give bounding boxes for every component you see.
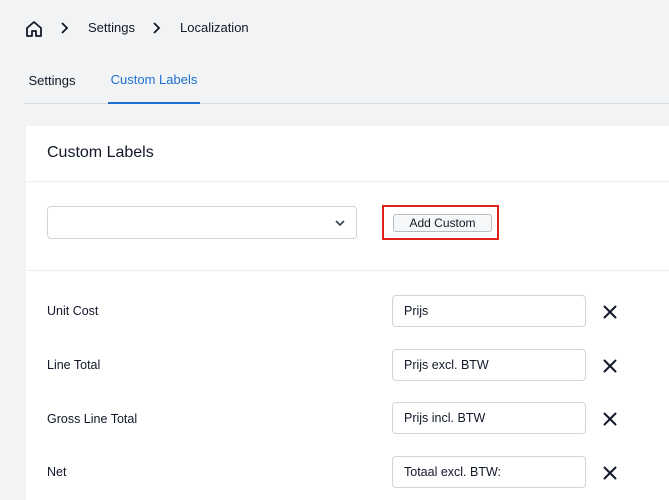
add-custom-highlight: Add Custom [382,205,499,240]
tab-custom-labels[interactable]: Custom Labels [108,56,200,104]
line-total-input[interactable] [392,349,586,381]
add-custom-button[interactable]: Add Custom [393,214,492,232]
breadcrumb: Settings Localization [0,0,669,56]
label-gross-line-total: Gross Line Total [47,412,138,426]
label-net: Net [47,465,67,479]
chevron-right-icon [153,22,161,34]
close-icon[interactable] [603,305,617,319]
tab-bar: Settings Custom Labels [24,56,669,104]
gross-line-total-input[interactable] [392,402,586,434]
tab-settings[interactable]: Settings [24,56,80,104]
net-input[interactable] [392,456,586,488]
close-icon[interactable] [603,412,617,426]
close-icon[interactable] [603,466,617,480]
label-select[interactable] [47,206,357,239]
home-icon[interactable] [24,19,44,39]
custom-labels-card: Custom Labels Add Custom Unit Cost Line … [26,126,669,500]
chevron-down-icon [335,220,345,227]
divider [26,270,669,271]
card-title: Custom Labels [47,144,154,161]
breadcrumb-settings[interactable]: Settings [88,20,135,35]
chevron-right-icon [61,22,69,34]
divider [26,181,669,182]
label-unit-cost: Unit Cost [47,304,99,318]
label-line-total: Line Total [47,358,101,372]
unit-cost-input[interactable] [392,295,586,327]
close-icon[interactable] [603,359,617,373]
breadcrumb-localization: Localization [180,20,249,35]
